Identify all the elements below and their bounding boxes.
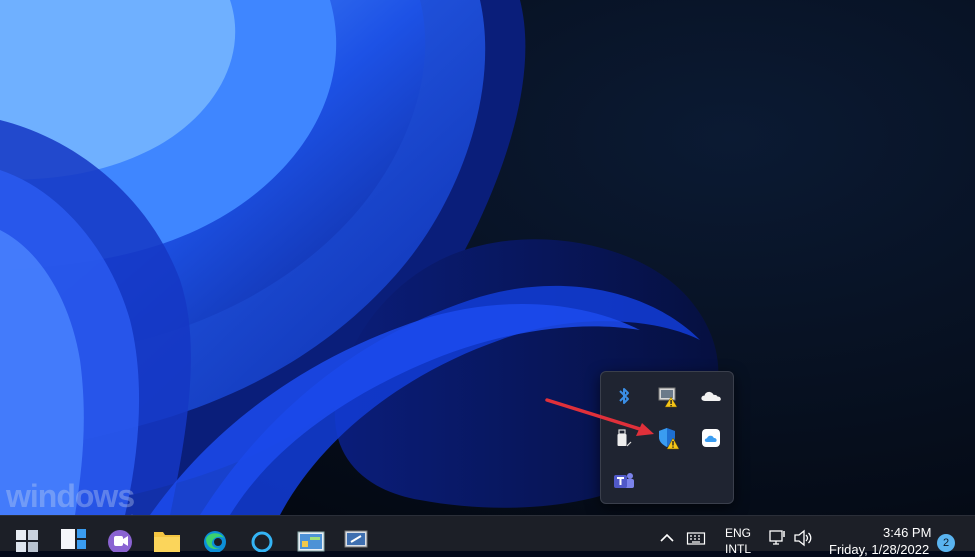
task-view-icon[interactable] (59, 522, 89, 552)
edge-icon[interactable] (200, 522, 230, 552)
volume-icon[interactable] (793, 528, 813, 548)
file-explorer-icon[interactable] (152, 522, 182, 552)
taskbar: ENG INTL 3:46 PM Friday, 1/28/2022 2 (0, 515, 975, 557)
network-icon[interactable] (768, 528, 788, 548)
notification-count-badge[interactable]: 2 (937, 534, 955, 552)
usb-device-icon[interactable] (612, 426, 636, 450)
start-icon[interactable] (13, 522, 43, 552)
monitor-warning-icon[interactable] (656, 384, 680, 408)
onedrive-cloud-icon[interactable] (699, 384, 723, 408)
keyboard-icon[interactable] (686, 528, 706, 548)
teams-icon[interactable] (612, 469, 636, 493)
clock-time[interactable]: 3:46 PM (883, 525, 931, 540)
hidden-icons-flyout (600, 371, 734, 504)
language-indicator[interactable]: ENG (725, 526, 751, 540)
windows-security-warning-icon[interactable] (656, 426, 680, 450)
keyboard-layout-indicator[interactable]: INTL (725, 542, 751, 556)
bluetooth-icon[interactable] (612, 384, 636, 408)
cortana-icon[interactable] (247, 522, 277, 552)
desktop-wallpaper (0, 0, 975, 550)
remote-desktop-icon[interactable] (342, 522, 372, 552)
chevron-up-icon[interactable] (657, 528, 677, 548)
control-panel-icon[interactable] (296, 522, 326, 552)
icloud-icon[interactable] (699, 426, 723, 450)
chat-icon[interactable] (105, 522, 135, 552)
